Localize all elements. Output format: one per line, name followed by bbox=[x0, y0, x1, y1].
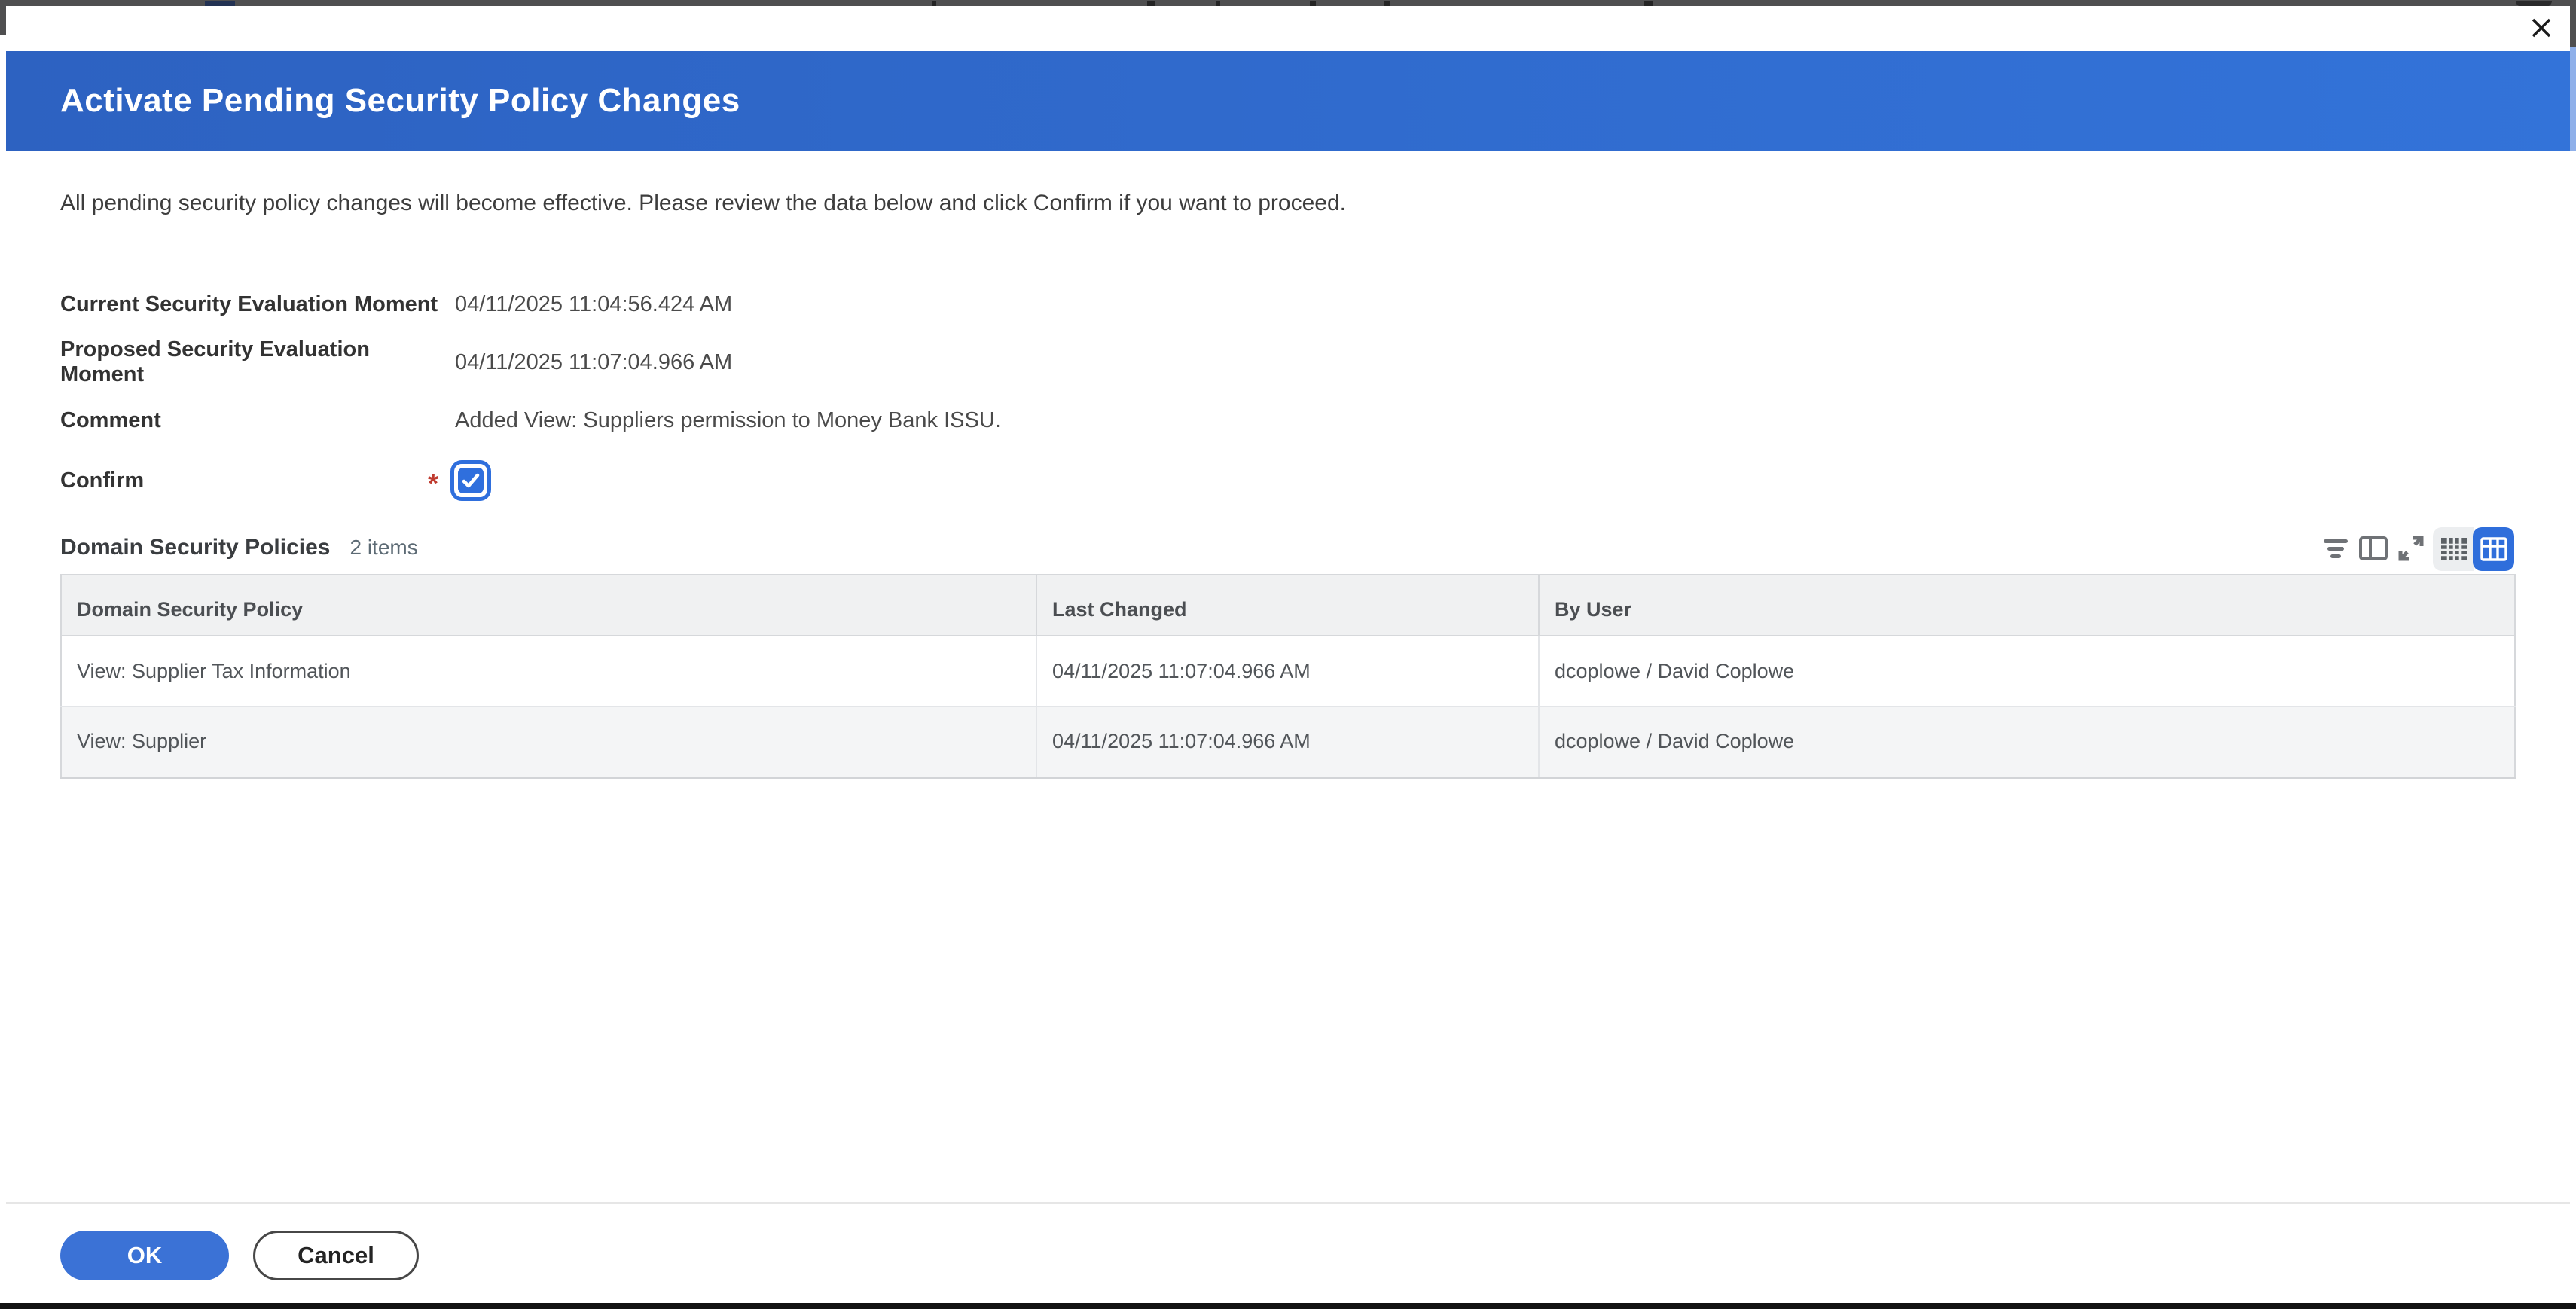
cell-last-changed: 04/11/2025 11:07:04.966 AM bbox=[1036, 706, 1539, 777]
field-label: Confirm bbox=[60, 468, 428, 493]
grid-row: View: Supplier 04/11/2025 11:07:04.966 A… bbox=[61, 706, 2515, 777]
field-label: Comment bbox=[60, 408, 455, 433]
field-label: Proposed Security Evaluation Moment bbox=[60, 337, 455, 387]
compact-view-button[interactable] bbox=[2433, 527, 2474, 571]
cancel-button[interactable]: Cancel bbox=[253, 1231, 419, 1280]
cell-by-user: dcoplowe / David Coplowe bbox=[1539, 706, 2515, 777]
background-logo-remnant bbox=[205, 1, 235, 6]
cell-policy: View: Supplier bbox=[61, 706, 1036, 777]
background-page-bottom-strip bbox=[0, 1303, 2576, 1309]
filter-icon bbox=[2318, 531, 2353, 566]
column-header-by-user[interactable]: By User bbox=[1539, 575, 2515, 636]
cell-by-user: dcoplowe / David Coplowe bbox=[1539, 636, 2515, 706]
field-value: 04/11/2025 11:04:56.424 AM bbox=[455, 292, 732, 317]
field-comment: Comment Added View: Suppliers permission… bbox=[60, 404, 2019, 437]
field-value: Added View: Suppliers permission to Mone… bbox=[455, 408, 1001, 433]
background-remnant bbox=[1384, 1, 1390, 6]
domain-security-policies-grid: Domain Security Policy Last Changed By U… bbox=[60, 574, 2516, 779]
close-icon bbox=[2527, 14, 2556, 42]
background-remnant bbox=[1644, 1, 1653, 6]
compact-view-icon bbox=[2440, 536, 2468, 562]
background-scrollbar-remnant bbox=[2570, 47, 2576, 151]
background-remnant bbox=[932, 1, 936, 6]
field-current-moment: Current Security Evaluation Moment 04/11… bbox=[60, 288, 2019, 321]
background-remnant bbox=[1216, 1, 1220, 6]
grid-title: Domain Security Policies bbox=[60, 535, 330, 560]
grid-row: View: Supplier Tax Information 04/11/202… bbox=[61, 636, 2515, 706]
screen: Activate Pending Security Policy Changes… bbox=[0, 0, 2576, 1309]
grid-item-count: 2 items bbox=[349, 536, 417, 560]
intro-text: All pending security policy changes will… bbox=[60, 188, 1346, 218]
filter-button[interactable] bbox=[2317, 529, 2355, 567]
field-proposed-moment: Proposed Security Evaluation Moment 04/1… bbox=[60, 346, 2019, 379]
background-remnant bbox=[1147, 1, 1155, 6]
grid-heading: Domain Security Policies 2 items bbox=[60, 535, 418, 569]
column-header-domain-security-policy[interactable]: Domain Security Policy bbox=[61, 575, 1036, 636]
checkbox-checked-icon bbox=[458, 468, 484, 493]
field-label: Current Security Evaluation Moment bbox=[60, 292, 455, 317]
footer-divider bbox=[6, 1202, 2570, 1204]
grid-view-toggle bbox=[2433, 527, 2514, 571]
required-marker: * bbox=[428, 462, 450, 499]
column-header-last-changed[interactable]: Last Changed bbox=[1036, 575, 1539, 636]
close-button[interactable] bbox=[2522, 9, 2561, 47]
cell-policy: View: Supplier Tax Information bbox=[61, 636, 1036, 706]
field-confirm: Confirm * bbox=[60, 459, 2019, 502]
confirm-checkbox[interactable] bbox=[450, 460, 491, 501]
expanded-view-icon bbox=[2480, 536, 2508, 562]
cell-last-changed: 04/11/2025 11:07:04.966 AM bbox=[1036, 636, 1539, 706]
background-page-strip bbox=[0, 0, 2576, 6]
grid-header-row: Domain Security Policy Last Changed By U… bbox=[61, 575, 2515, 636]
dialog-title: Activate Pending Security Policy Changes bbox=[60, 82, 740, 120]
expand-grid-button[interactable] bbox=[2392, 529, 2430, 567]
ok-button[interactable]: OK bbox=[60, 1231, 229, 1280]
expand-grid-icon bbox=[2394, 531, 2428, 566]
dialog-header: Activate Pending Security Policy Changes bbox=[6, 51, 2570, 151]
expanded-view-button[interactable] bbox=[2473, 527, 2514, 571]
freeze-columns-icon bbox=[2356, 531, 2391, 566]
freeze-columns-button[interactable] bbox=[2355, 529, 2392, 567]
background-edge bbox=[2570, 0, 2576, 47]
field-value: 04/11/2025 11:07:04.966 AM bbox=[455, 350, 732, 375]
background-remnant bbox=[1310, 1, 1316, 6]
background-edge bbox=[0, 0, 6, 35]
